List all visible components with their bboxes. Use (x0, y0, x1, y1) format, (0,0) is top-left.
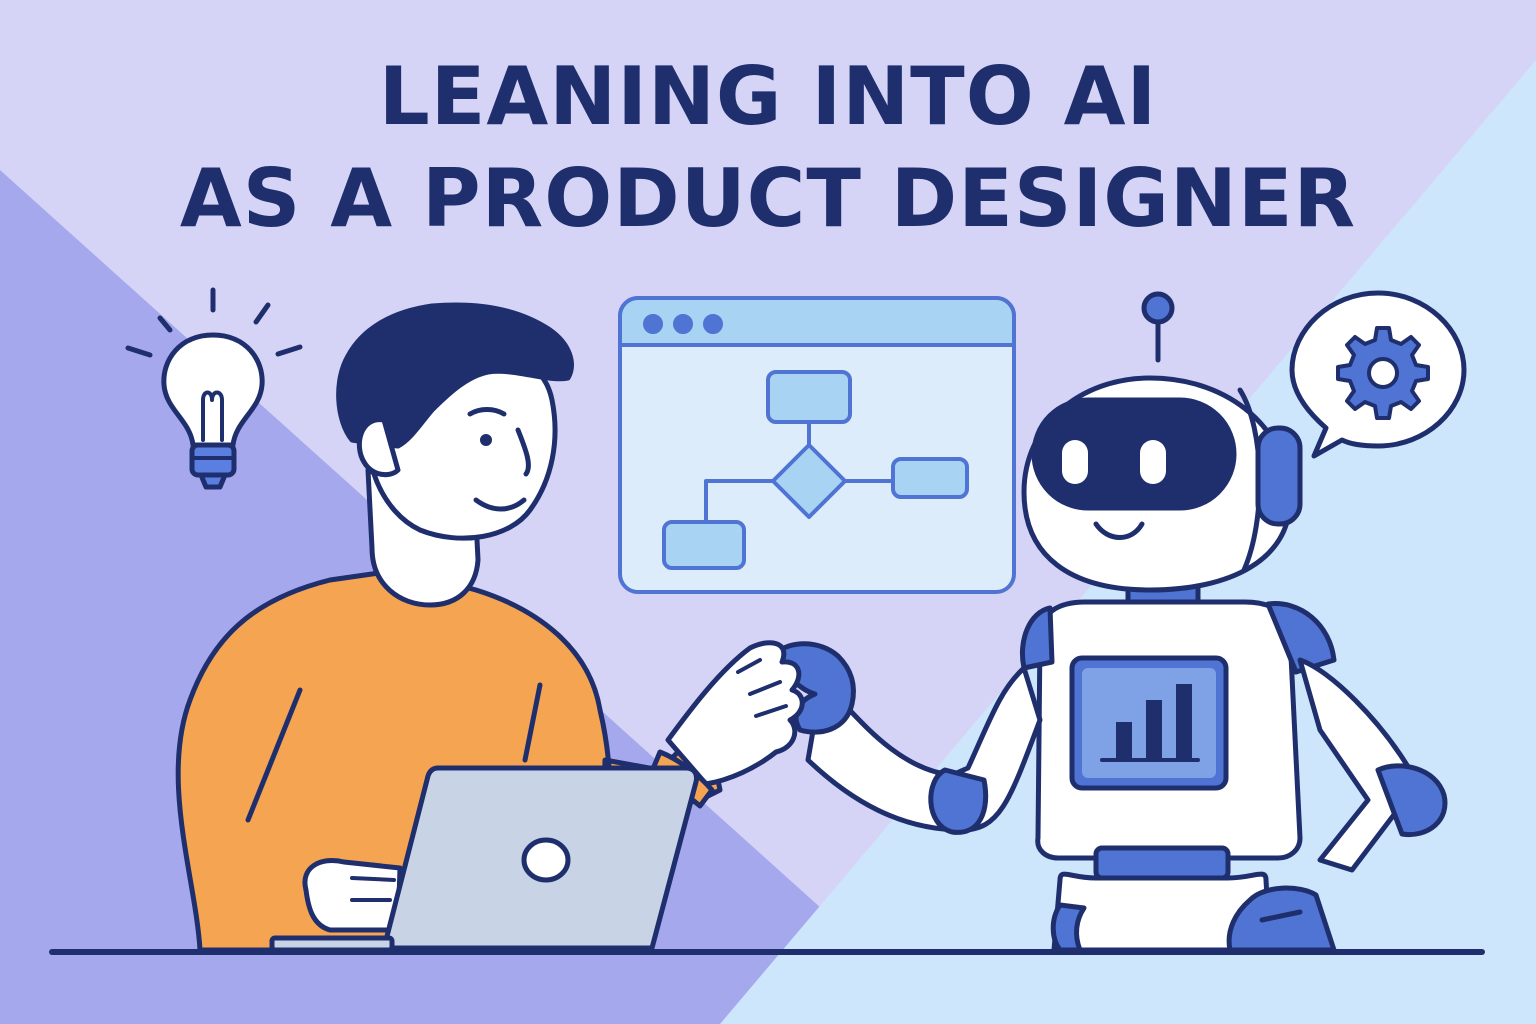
artwork (49, 287, 1485, 955)
illustration-stage: LEANING INTO AI AS A PRODUCT DESIGNER (0, 0, 1536, 1024)
browser-window-icon (618, 296, 1016, 594)
lightbulb-icon (125, 287, 303, 490)
gear-icon (1336, 326, 1430, 420)
speech-bubble (1289, 290, 1467, 459)
